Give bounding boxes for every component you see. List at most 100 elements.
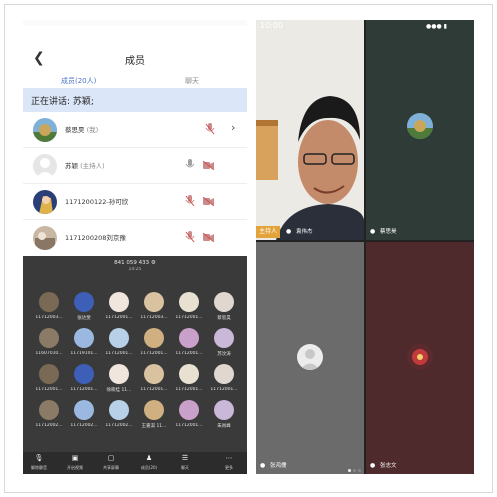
camera-off-icon[interactable] bbox=[203, 233, 214, 242]
participant-name: 11712001... bbox=[105, 315, 133, 320]
video-tile[interactable]: ● 蔡思昊 bbox=[366, 20, 474, 240]
mic-muted-icon[interactable] bbox=[205, 123, 215, 135]
page-title: 成员 bbox=[125, 56, 145, 67]
mic-icon[interactable] bbox=[185, 159, 195, 171]
tab-chat[interactable]: 聊天 bbox=[185, 76, 199, 86]
mic-muted-icon[interactable] bbox=[185, 195, 195, 207]
mic-icon: ● bbox=[286, 228, 292, 235]
page-dot bbox=[348, 469, 351, 472]
landscape-avatar bbox=[33, 118, 57, 142]
member-name: 1171200208刘京豫 bbox=[65, 234, 126, 242]
member-row[interactable]: 苏颖 (主持人) bbox=[23, 148, 247, 184]
members-button[interactable]: ♟ 成员(20) bbox=[137, 454, 161, 471]
unmute-button[interactable]: 🎙 解除静音 bbox=[27, 454, 51, 471]
participant-avatar bbox=[214, 364, 234, 384]
tab-members[interactable]: 成员(20人) bbox=[61, 76, 96, 86]
participant-tile[interactable]: 11712001... bbox=[102, 290, 136, 324]
landscape-avatar bbox=[407, 113, 433, 139]
participant-tile[interactable]: 朱尚峰 bbox=[207, 398, 241, 432]
participant-tile[interactable]: 11712001... bbox=[67, 362, 101, 396]
default-avatar bbox=[33, 154, 57, 178]
share-screen-button[interactable]: ▢ 共享屏幕 bbox=[99, 454, 123, 471]
speaking-banner: 正在讲话: 苏颖; bbox=[23, 88, 247, 112]
participant-tile[interactable]: 11712001... bbox=[172, 362, 206, 396]
mic-muted-icon[interactable] bbox=[185, 231, 195, 243]
participant-tile[interactable]: 苏汶涛 bbox=[207, 326, 241, 360]
participant-name: 11712001... bbox=[175, 351, 203, 356]
video-tile[interactable]: ● 张志文 bbox=[366, 242, 474, 474]
participant-avatar bbox=[144, 400, 164, 420]
meeting-id[interactable]: 841 059 433 ⚙ bbox=[23, 260, 247, 266]
photo-avatar bbox=[33, 226, 57, 250]
participant-name: 11712001... bbox=[210, 387, 238, 392]
participant-avatar bbox=[39, 328, 59, 348]
participant-tile[interactable]: 11712001... bbox=[102, 326, 136, 360]
participant-tile[interactable]: 11712001... bbox=[137, 362, 171, 396]
participant-tile[interactable]: 蔡思昊 bbox=[207, 290, 241, 324]
participant-avatar bbox=[109, 292, 129, 312]
participant-tile[interactable]: 11712001... bbox=[32, 362, 66, 396]
participant-avatar bbox=[144, 292, 164, 312]
participant-tile[interactable]: 11712001... bbox=[172, 326, 206, 360]
participant-name: 王嘉淇 11... bbox=[141, 424, 167, 429]
meeting-toolbar: 🎙 解除静音 ▣ 开启视频 ▢ 共享屏幕 ♟ 成员(20) ☰ 聊天 ⋯ 更多 bbox=[23, 452, 247, 474]
camera-off-icon[interactable] bbox=[203, 197, 214, 206]
participant-avatar bbox=[39, 292, 59, 312]
participant-avatar bbox=[109, 364, 129, 384]
participant-name: 11712002... bbox=[35, 423, 63, 428]
member-name: 1171200122-孙可欣 bbox=[65, 198, 129, 206]
status-time: 10:00 bbox=[260, 21, 284, 30]
more-button[interactable]: ⋯ 更多 bbox=[217, 454, 241, 471]
camera-off-icon[interactable] bbox=[203, 161, 214, 170]
participant-tile[interactable]: 11712001... bbox=[207, 362, 241, 396]
participant-avatar bbox=[74, 364, 94, 384]
participant-tile[interactable]: 11712002... bbox=[67, 398, 101, 432]
video-tile[interactable]: ● 张鸿儒 bbox=[256, 242, 364, 474]
participant-name: 苏汶涛 bbox=[217, 352, 231, 357]
members-nav-bar: ❮ 成员 bbox=[23, 46, 247, 72]
participant-avatar bbox=[109, 328, 129, 348]
chevron-right-icon[interactable]: › bbox=[231, 121, 235, 134]
start-video-button[interactable]: ▣ 开启视频 bbox=[63, 454, 87, 471]
members-icon: ♟ bbox=[145, 454, 153, 462]
participant-tile[interactable]: 11719101... bbox=[67, 326, 101, 360]
participant-tile[interactable]: 张达斐 bbox=[67, 290, 101, 324]
participant-avatar bbox=[39, 400, 59, 420]
chat-icon: ☰ bbox=[181, 454, 189, 462]
participant-avatar bbox=[74, 292, 94, 312]
participant-tile[interactable]: 徐筱桂 11... bbox=[102, 362, 136, 396]
participant-avatar bbox=[74, 400, 94, 420]
participant-tile[interactable]: 11607010... bbox=[32, 326, 66, 360]
participant-tile[interactable]: 11712002... bbox=[32, 398, 66, 432]
participant-tile[interactable]: 11712001... bbox=[137, 326, 171, 360]
participant-avatar bbox=[179, 400, 199, 420]
participant-tile[interactable]: 11712001... bbox=[172, 290, 206, 324]
meeting-time: 14:25 bbox=[128, 267, 142, 272]
camera-feed bbox=[256, 20, 364, 240]
participant-name: 11712001... bbox=[70, 387, 98, 392]
participant-name: 11712002... bbox=[70, 423, 98, 428]
participant-name: 蔡思昊 bbox=[217, 316, 231, 321]
tile-name: 张鸿儒 bbox=[270, 463, 287, 469]
participant-avatar bbox=[74, 328, 94, 348]
participant-name: 徐筱桂 11... bbox=[106, 388, 132, 393]
tile-name: 张志文 bbox=[380, 463, 397, 469]
participant-avatar bbox=[144, 328, 164, 348]
status-bar bbox=[23, 20, 247, 26]
participant-tile[interactable]: 11712003... bbox=[137, 290, 171, 324]
participant-avatar bbox=[214, 292, 234, 312]
participant-avatar bbox=[214, 400, 234, 420]
member-row[interactable]: 蔡思昊 (我) › bbox=[23, 112, 247, 148]
member-row[interactable]: 1171200122-孙可欣 bbox=[23, 184, 247, 220]
member-row[interactable]: 1171200208刘京豫 bbox=[23, 220, 247, 252]
chat-button[interactable]: ☰ 聊天 bbox=[173, 454, 197, 471]
participant-name: 11712003... bbox=[35, 315, 63, 320]
participant-tile[interactable]: 11712002... bbox=[102, 398, 136, 432]
participant-tile[interactable]: 王嘉淇 11... bbox=[137, 398, 171, 432]
participant-tile[interactable]: 11712003... bbox=[32, 290, 66, 324]
participant-avatar bbox=[109, 400, 129, 420]
status-icons: ●●● ▮ bbox=[426, 23, 447, 30]
participant-tile[interactable]: 11712001... bbox=[172, 398, 206, 432]
participant-name: 张达斐 bbox=[77, 316, 91, 321]
video-tile[interactable]: 主持人 袁伟杰 ● bbox=[256, 20, 364, 240]
